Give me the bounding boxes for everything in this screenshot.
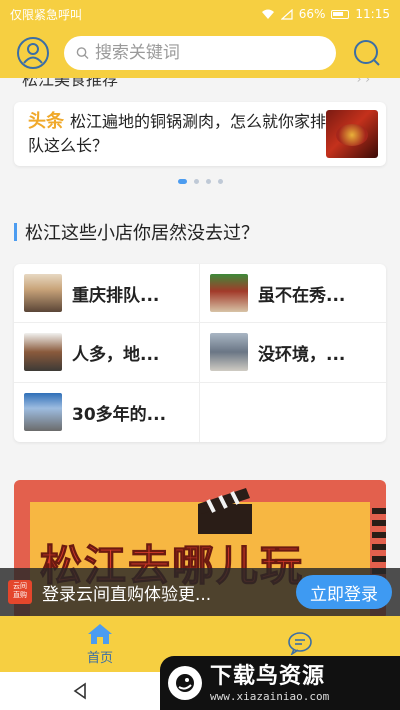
search-bar[interactable]: [64, 36, 336, 70]
shop-item[interactable]: 重庆排队...: [14, 264, 200, 324]
login-button[interactable]: 立即登录: [296, 575, 392, 609]
clock: 11:15: [355, 7, 390, 21]
chat-icon: [288, 632, 312, 655]
watermark: 下载鸟资源 www.xiazainiao.com: [160, 656, 400, 710]
watermark-url: www.xiazainiao.com: [210, 689, 330, 703]
bird-icon: [176, 674, 194, 692]
headline-card[interactable]: 头条 松江遍地的铜锅涮肉，怎么就你家排队这么长？: [14, 102, 386, 166]
status-indicators: 66% 11:15: [261, 7, 390, 21]
app-logo: 云间 直购: [8, 580, 32, 604]
shops-section-title: 松江这些小店你居然没去过？: [25, 223, 259, 244]
watermark-title: 下载鸟资源: [210, 663, 326, 689]
headline-text-block: 头条 松江遍地的铜锅涮肉，怎么就你家排队这么长？: [28, 110, 326, 158]
battery-icon: [331, 9, 350, 19]
headline-thumbnail: [326, 110, 378, 158]
shop-item[interactable]: 虽不在秀...: [200, 264, 386, 324]
shop-item[interactable]: 人多，地...: [14, 323, 200, 383]
shops-section-header: 松江这些小店你居然没去过？: [14, 219, 259, 245]
watermark-logo-icon: [168, 666, 202, 700]
profile-button[interactable]: [16, 36, 50, 70]
shop-item[interactable]: 没环境，...: [200, 323, 386, 383]
back-icon[interactable]: [71, 682, 89, 700]
home-icon: [88, 623, 112, 644]
search-icon: [76, 47, 89, 60]
shop-name: 30多年的...: [72, 404, 167, 425]
carousel-dot[interactable]: [177, 179, 187, 184]
headline-tag: 头条: [28, 111, 64, 132]
watermark-text: 下载鸟资源 www.xiazainiao.com: [210, 664, 329, 703]
empty-cell: [200, 383, 386, 442]
shop-thumbnail: [24, 393, 62, 432]
search-button[interactable]: [350, 36, 384, 70]
search-input[interactable]: [94, 43, 324, 63]
carousel-dot[interactable]: [217, 179, 223, 184]
shop-thumbnail: [210, 333, 248, 372]
login-prompt-text: 登录云间直购体验更...: [42, 584, 212, 605]
battery-percent: 66%: [298, 7, 326, 21]
wifi-icon: [261, 9, 274, 19]
status-bar: 仅限紧急呼叫 66% 11:15: [0, 0, 400, 28]
tab-home-label: 首页: [86, 650, 113, 666]
app-header: [0, 28, 400, 78]
login-prompt: 云间 直购 登录云间直购体验更... 立即登录: [0, 568, 400, 616]
carousel-dot[interactable]: [205, 179, 211, 184]
shop-name: 虽不在秀...: [258, 285, 346, 306]
user-icon: [17, 37, 49, 69]
shop-thumbnail: [24, 333, 62, 372]
shop-thumbnail: [24, 274, 62, 313]
search-icon: [354, 40, 380, 66]
carousel-indicator: [0, 179, 400, 184]
shop-item[interactable]: 30多年的...: [14, 382, 200, 442]
headline-text: 松江遍地的铜锅涮肉，怎么就你家排队这么长？: [28, 112, 327, 155]
section-title-cut: 松江美食推荐: [22, 78, 119, 89]
section-accent-bar: [14, 223, 17, 241]
clapperboard-icon: [198, 488, 252, 534]
signal-icon: [280, 8, 293, 20]
carousel-dot[interactable]: [193, 179, 199, 184]
main-content[interactable]: 松江美食推荐 › › 头条 松江遍地的铜锅涮肉，怎么就你家排队这么长？ 松江这些小…: [0, 78, 400, 616]
carrier-text: 仅限紧急呼叫: [10, 7, 83, 22]
system-nav-bar: [0, 672, 160, 710]
shop-thumbnail: [210, 274, 248, 313]
chevron-right-icon: › ›: [356, 78, 370, 86]
shop-name: 人多，地...: [72, 344, 160, 365]
shop-grid: 重庆排队... 虽不在秀... 人多，地... 没环境，... 30多年的...: [14, 264, 386, 442]
shop-name: 重庆排队...: [72, 285, 160, 306]
shop-name: 没环境，...: [258, 344, 346, 365]
